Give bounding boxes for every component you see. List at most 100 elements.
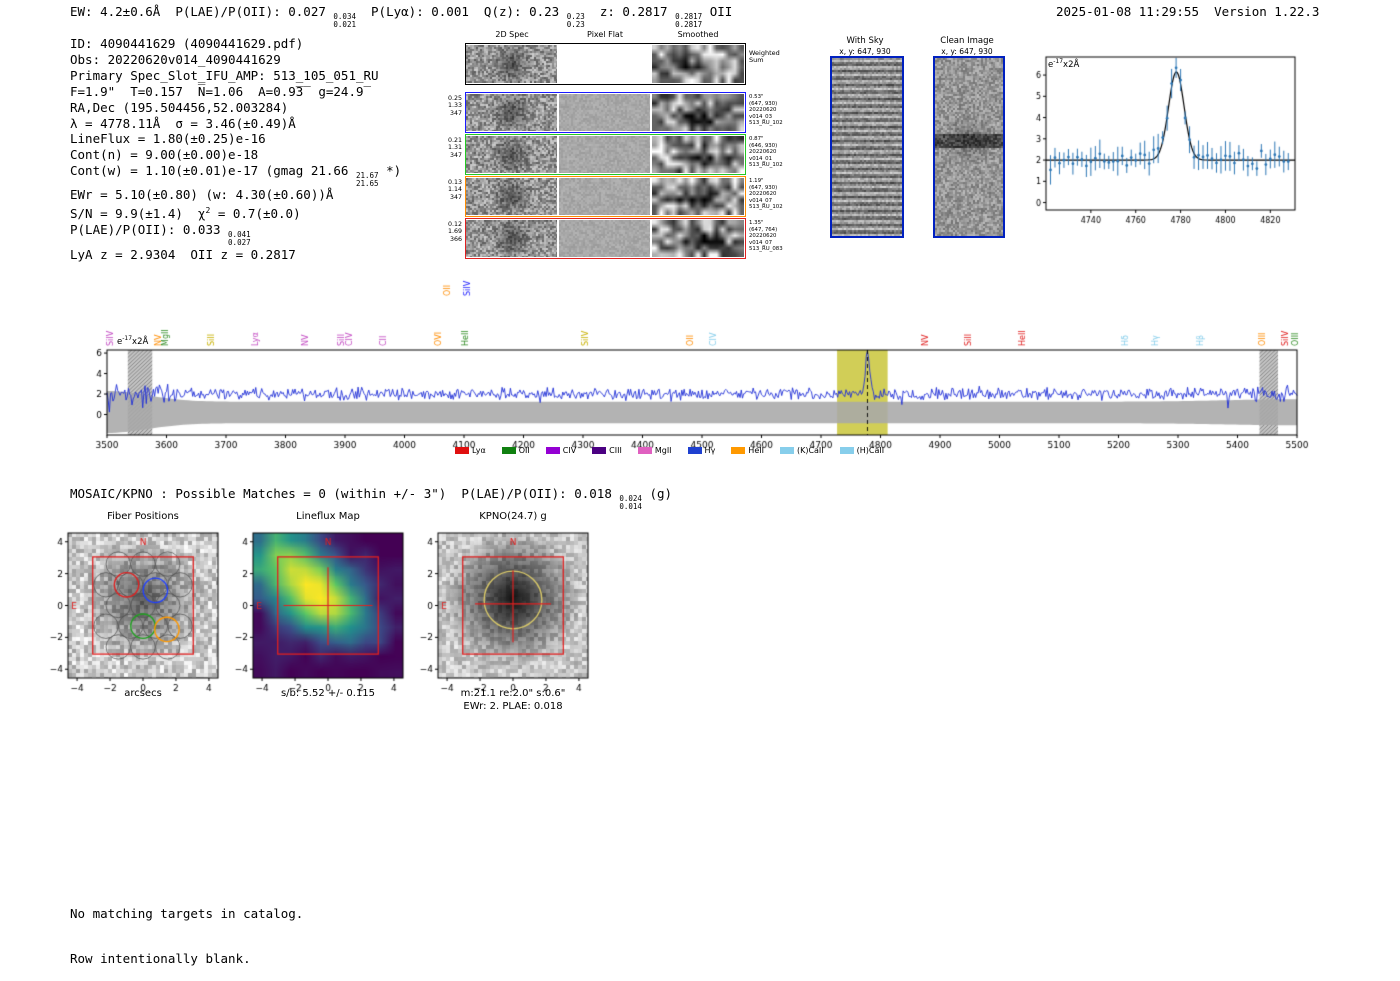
cutout-row-left-labels: 0.121.69366 xyxy=(428,221,462,243)
stacked-fraction: 0.0410.027 xyxy=(228,231,251,246)
with-sky-subtitle: x, y: 647, 930 xyxy=(839,47,890,56)
cutout-row-right-labels: 0.53"(647, 930)20220620v014_03513_RU_102 xyxy=(749,94,797,127)
legend-swatch xyxy=(840,447,854,454)
cutout-row-left-labels: 0.131.14347 xyxy=(428,179,462,201)
cutout-right-value: 20220620 xyxy=(749,149,797,156)
cutout-row-right-labels: 1.35"(647, 764)20220620v014_07513_RU_083 xyxy=(749,220,797,253)
cutout-right-value: v014_07 xyxy=(749,198,797,205)
cutout-left-value: 1.69 xyxy=(428,228,462,235)
legend-label: MgII xyxy=(655,446,672,455)
legend-label: OII xyxy=(519,446,530,455)
legend-item: Hγ xyxy=(688,446,716,455)
legend-item: OII xyxy=(502,446,530,455)
legend-swatch xyxy=(546,447,560,454)
cutout-col-header-smoothed: Smoothed xyxy=(678,30,719,39)
mosaic-summary-line: MOSAIC/KPNO : Possible Matches = 0 (with… xyxy=(70,486,672,510)
timestamp: 2025-01-08 11:29:55 xyxy=(1056,4,1199,19)
main-spectrum-canvas xyxy=(85,268,1320,464)
cutout-row-right-labels: 0.87"(646, 930)20220620v014_01513_RU_102 xyxy=(749,136,797,169)
cutout-row-border xyxy=(465,176,746,217)
kpno-xlabel: m:21.1 re:2.0" s:0.6" xyxy=(461,688,566,699)
cutout-col-header-2dspec: 2D Spec xyxy=(495,30,528,39)
kpno-xlabel2: EWr: 2. PLAE: 0.018 xyxy=(463,701,562,712)
fiber-positions-xlabel: arcsecs xyxy=(124,688,162,699)
info-line: P(LAE)/P(OII): 0.033 0.0410.027 xyxy=(70,222,401,246)
footer-note: No matching targets in catalog. Row inte… xyxy=(70,876,303,981)
kpno-title: KPNO(24.7) g xyxy=(479,511,547,522)
cutout-right-value: 20220620 xyxy=(749,191,797,198)
legend-label: CIII xyxy=(609,446,622,455)
zoom-ylabel-exp: -17 xyxy=(1053,58,1063,65)
cutout-left-value: 366 xyxy=(428,236,462,243)
report-page: { "meta": {"timestamp": "2025-01-08 11:2… xyxy=(0,0,1400,953)
kpno-image-canvas xyxy=(416,525,612,695)
cutout-right-value: (647, 930) xyxy=(749,185,797,192)
legend-swatch xyxy=(638,447,652,454)
info-line: LyA z = 2.9304 OII z = 0.2817 xyxy=(70,247,401,263)
legend-label: Lyα xyxy=(472,446,486,455)
cutout-right-value: 513_RU_083 xyxy=(749,246,797,253)
cutout-right-value: 513_RU_102 xyxy=(749,162,797,169)
with-sky-title: With Sky xyxy=(846,36,883,46)
info-line: S/N = 9.9(±1.4) χ2 = 0.7(±0.0) xyxy=(70,203,401,222)
frac-lower: 0.021 xyxy=(333,21,356,29)
cutout-left-value: 1.33 xyxy=(428,102,462,109)
cutout-row-border xyxy=(465,218,746,259)
legend-item: MgII xyxy=(638,446,672,455)
clean-image-subtitle: x, y: 647, 930 xyxy=(941,47,992,56)
legend-swatch xyxy=(688,447,702,454)
spectral-line-legend: LyαOIICIVCIIIMgIIHγHeII(K)CaII(H)CaII xyxy=(455,446,884,455)
cutout-right-value: v014_01 xyxy=(749,156,797,163)
cutout-left-value: 347 xyxy=(428,152,462,159)
cutout-row-left-labels: 0.251.33347 xyxy=(428,95,462,117)
lineflux-map-title: Lineflux Map xyxy=(296,511,360,522)
zoom-ylabel: e-17x2Å xyxy=(1048,58,1079,70)
fiber-positions-canvas xyxy=(46,525,242,695)
cutout-right-value: 513_RU_102 xyxy=(749,204,797,211)
lineflux-map-xlabel: s/b: 5.52 +/- 0.115 xyxy=(281,688,375,699)
frac-lower: 0.027 xyxy=(228,239,251,247)
info-line: ID: 4090441629 (4090441629.pdf) xyxy=(70,36,401,52)
footer-line-2: Row intentionally blank. xyxy=(70,951,303,966)
cutout-left-value: 0.21 xyxy=(428,137,462,144)
cutout-col-header-pixelflat: Pixel Flat xyxy=(587,30,623,39)
info-line: LineFlux = 1.80(±0.25)e-16 xyxy=(70,131,401,147)
cutout-right-value: v014_07 xyxy=(749,240,797,247)
main-ylabel-rest: x2Å xyxy=(132,337,148,347)
cutout-left-value: 0.13 xyxy=(428,179,462,186)
legend-swatch xyxy=(780,447,794,454)
legend-item: Lyα xyxy=(455,446,486,455)
spacer xyxy=(1199,4,1214,19)
cutout-left-value: 347 xyxy=(428,194,462,201)
frac-lower: 0.2817 xyxy=(675,21,702,29)
timestamp-version: 2025-01-08 11:29:55 Version 1.22.3 xyxy=(1056,4,1319,19)
with-sky-image xyxy=(830,56,904,238)
cutout-left-value: 1.31 xyxy=(428,144,462,151)
info-line: F=1.9" T=0.157 N̅=1.06 A=0.9̅3̅ g=24.9̅ xyxy=(70,84,401,100)
cutout-row-border xyxy=(465,134,746,175)
cutout-right-value: (647, 930) xyxy=(749,101,797,108)
cutout-left-value: 0.12 xyxy=(428,221,462,228)
info-line: Cont(w) = 1.10(±0.01)e-17 (gmag 21.66 21… xyxy=(70,163,401,187)
cutout-row-border xyxy=(465,92,746,133)
cutout-right-value: 0.87" xyxy=(749,136,797,143)
main-ylabel: e-17x2Å xyxy=(117,335,148,347)
legend-label: (H)CaII xyxy=(857,446,884,455)
legend-label: HeII xyxy=(748,446,764,455)
stacked-fraction: 21.6721.65 xyxy=(356,172,379,187)
zoom-ylabel-rest: x2Å xyxy=(1063,60,1079,70)
zoom-spectrum-canvas xyxy=(1028,48,1306,230)
frac-lower: 0.23 xyxy=(567,21,585,29)
info-line: λ = 4778.11Å σ = 3.46(±0.49)Å xyxy=(70,116,401,132)
cutout-right-value: 20220620 xyxy=(749,107,797,114)
summary-header: EW: 4.2±0.6Å P(LAE)/P(OII): 0.027 0.0340… xyxy=(70,4,732,28)
frac-lower: 0.014 xyxy=(619,503,642,511)
legend-swatch xyxy=(731,447,745,454)
version-label: Version 1.22.3 xyxy=(1214,4,1319,19)
clean-image-title: Clean Image xyxy=(940,36,993,46)
cutout-right-value: 0.53" xyxy=(749,94,797,101)
fiber-positions-title: Fiber Positions xyxy=(107,511,179,522)
stacked-fraction: 0.0240.014 xyxy=(619,495,642,510)
cutout-right-value: 1.35" xyxy=(749,220,797,227)
cutout-row-left-labels: 0.211.31347 xyxy=(428,137,462,159)
